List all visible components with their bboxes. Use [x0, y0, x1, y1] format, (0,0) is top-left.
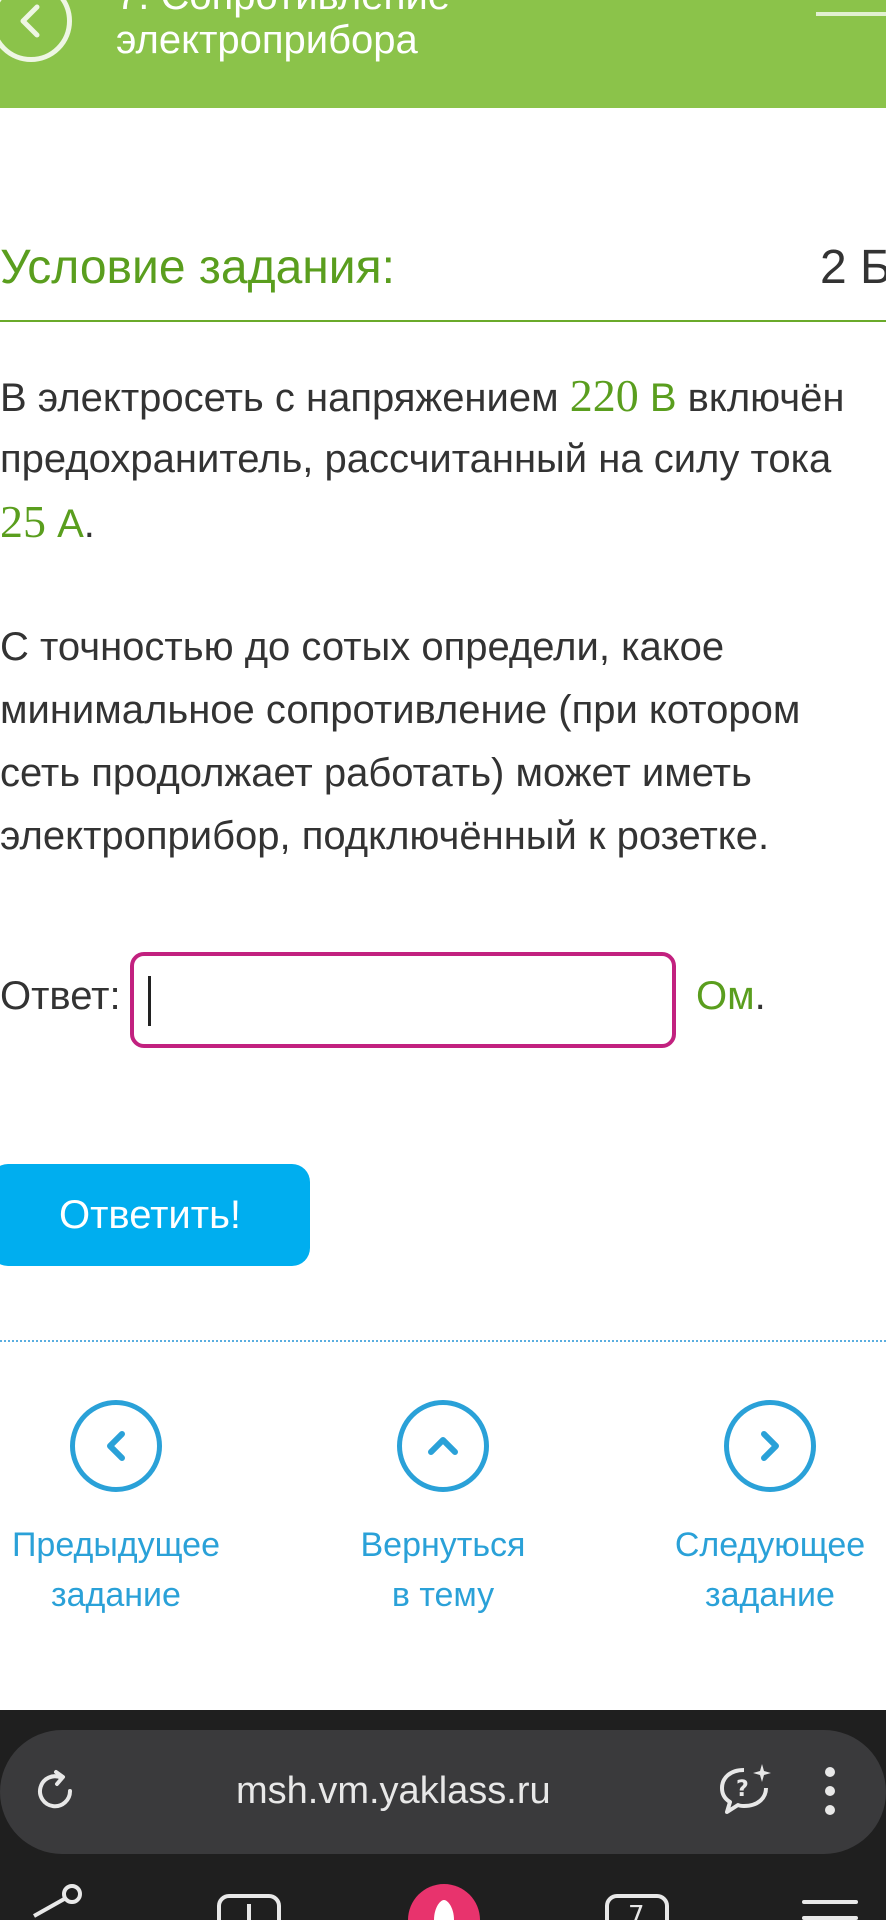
- previous-label: Предыдущее задание: [0, 1520, 246, 1620]
- next-label-line1: Следующее: [674, 1526, 866, 1564]
- next-circle: [724, 1400, 816, 1492]
- next-label-line2: задание: [705, 1576, 835, 1614]
- menu-hamburger-icon[interactable]: [800, 1880, 860, 1920]
- menu-icon[interactable]: [816, 12, 886, 16]
- task-text: .: [83, 502, 95, 546]
- current-value: 25: [0, 496, 46, 547]
- previous-task-link[interactable]: Предыдущее задание: [0, 1400, 246, 1620]
- answer-label: Ответ:: [0, 974, 121, 1018]
- svg-text:7: 7: [628, 1901, 645, 1920]
- text-caret: [148, 976, 151, 1026]
- chevron-right-icon: [761, 1431, 779, 1461]
- header-title-line2: электроприбора: [116, 18, 418, 62]
- back-to-topic-label: Вернуться в тему: [313, 1520, 573, 1620]
- task-text: включён: [676, 376, 845, 420]
- task-text: В электросеть с напряжением: [0, 376, 570, 420]
- answer-input[interactable]: [130, 952, 676, 1048]
- header-title-line1: 7. Сопротивление: [116, 0, 450, 19]
- question-line2: минимальное сопротивление (при котором: [0, 688, 801, 732]
- back-button[interactable]: [0, 0, 72, 62]
- tabs-count-icon[interactable]: 7: [604, 1880, 670, 1920]
- dotted-divider: [0, 1340, 886, 1342]
- answer-unit: Ом.: [696, 974, 766, 1019]
- back-label-line2: в тему: [391, 1576, 495, 1614]
- task-text-line3: 25 А.: [0, 490, 95, 556]
- next-label: Следующее задание: [640, 1520, 886, 1620]
- unit-text: Ом: [696, 974, 755, 1018]
- back-label-line1: Вернуться: [360, 1526, 526, 1564]
- condition-title: Условие задания:: [0, 241, 395, 294]
- back-to-topic-link[interactable]: Вернуться в тему: [313, 1400, 573, 1620]
- chevron-up-icon: [428, 1437, 458, 1455]
- task-text-line2: предохранитель, рассчитанный на силу ток…: [0, 437, 832, 481]
- add-tab-icon[interactable]: [216, 1880, 282, 1920]
- previous-circle: [70, 1400, 162, 1492]
- more-options-icon[interactable]: [820, 1766, 840, 1816]
- section-divider: [0, 320, 886, 322]
- voltage-value: 220: [569, 370, 639, 421]
- chevron-left-icon: [107, 1431, 125, 1461]
- unit-period: .: [754, 974, 766, 1018]
- submit-answer-button[interactable]: Ответить!: [0, 1164, 310, 1266]
- task-text-line1: В электросеть с напряжением 220 В включё…: [0, 364, 844, 430]
- chevron-left-icon: [20, 4, 40, 38]
- question-line3: сеть продолжает работать) может иметь: [0, 751, 752, 795]
- previous-label-line1: Предыдущее: [11, 1526, 221, 1564]
- points-badge: 2 Б: [820, 241, 886, 294]
- reload-icon[interactable]: [30, 1766, 80, 1816]
- svg-text:?: ?: [736, 1777, 749, 1802]
- url-text[interactable]: msh.vm.yaklass.ru: [236, 1770, 551, 1813]
- voltage-unit: В: [638, 376, 677, 420]
- question-line4: электроприбор, подключённый к розетке.: [0, 814, 770, 858]
- question-line1: С точностью до сотых определи, какое: [0, 625, 725, 669]
- ai-assistant-icon[interactable]: ?: [716, 1762, 776, 1818]
- next-task-link[interactable]: Следующее задание: [640, 1400, 886, 1620]
- back-to-topic-circle: [397, 1400, 489, 1492]
- home-icon[interactable]: [404, 1880, 484, 1920]
- current-unit: А: [46, 502, 84, 546]
- share-icon[interactable]: [28, 1880, 84, 1920]
- top-header: 7. Сопротивление электроприбора: [0, 0, 886, 108]
- previous-label-line2: задание: [51, 1576, 181, 1614]
